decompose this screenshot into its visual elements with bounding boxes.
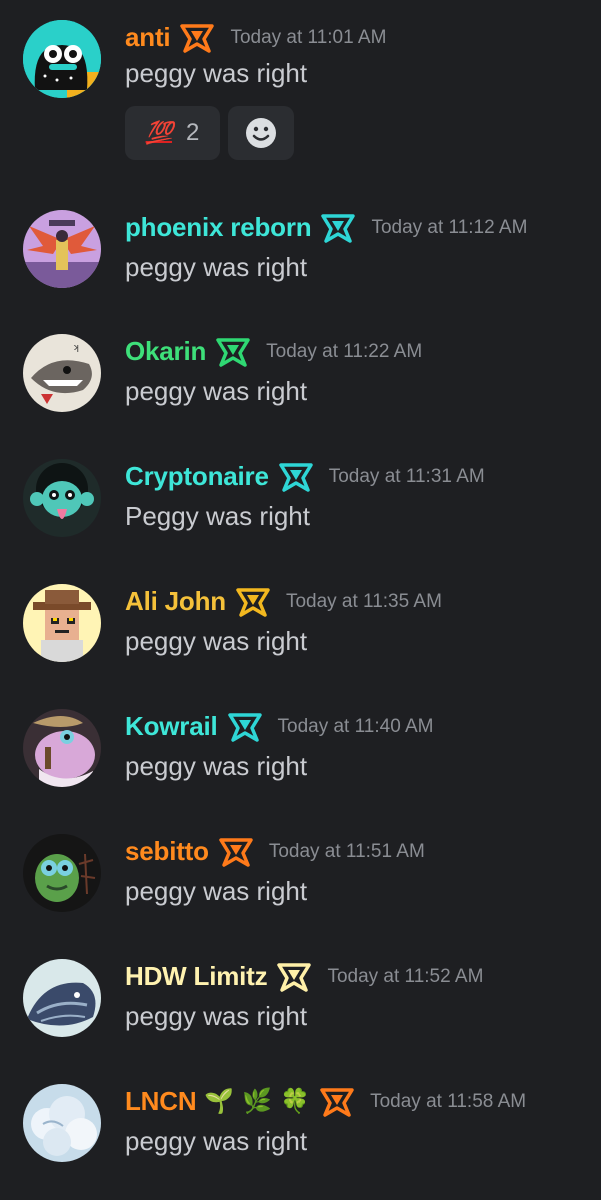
username[interactable]: Cryptonaire [125,461,269,492]
timestamp: Today at 11:52 AM [327,965,484,987]
message: anti Today at 11:01 AM peggy was right [0,12,601,122]
message-text: peggy was right [125,58,308,88]
message: Kowrail Today at 11:40 AM peggy was righ… [0,701,601,811]
user-avatar[interactable] [23,459,101,537]
timestamp: Today at 11:12 AM [371,216,528,238]
user-avatar[interactable] [23,1084,101,1162]
add-reaction-smiley-icon [246,118,276,148]
message-text: Peggy was right [125,501,310,531]
message: sebitto Today at 11:51 AM peggy was righ… [0,826,601,936]
message-text: peggy was right [125,1001,308,1031]
username[interactable]: Ali John [125,586,226,617]
user-avatar[interactable] [23,20,101,98]
message-text: peggy was right [125,252,308,282]
seedling-icon: 🌱 [204,1087,235,1115]
username[interactable]: LNCN [125,1086,197,1117]
add-reaction-button[interactable] [228,106,294,160]
svg-text:ʞ: ʞ [73,343,79,353]
message-text: peggy was right [125,1126,308,1156]
role-badge-icon [278,462,313,492]
user-avatar[interactable] [23,709,101,787]
reaction-count: 2 [186,119,200,146]
role-badge-icon [227,712,262,742]
timestamp: Today at 11:58 AM [370,1090,527,1112]
message-text: peggy was right [125,626,308,656]
username[interactable]: HDW Limitz [125,961,268,992]
message: Cryptonaire Today at 11:31 AM Peggy was … [0,451,601,561]
message: HDW Limitz Today at 11:52 AM peggy was r… [0,951,601,1061]
reaction-hundred[interactable]: 💯 2 [125,106,220,160]
hundred-points-icon: 💯 [145,120,173,145]
four-leaf-clover-icon: 🍀 [280,1087,311,1115]
message-text: peggy was right [125,751,308,781]
user-avatar[interactable] [23,959,101,1037]
user-avatar[interactable] [23,210,101,288]
username[interactable]: sebitto [125,836,209,867]
role-badge-icon [321,213,356,243]
message-text: peggy was right [125,376,308,406]
role-badge-icon [236,587,270,617]
timestamp: Today at 11:35 AM [285,590,442,612]
herb-icon: 🌿 [242,1087,273,1115]
username[interactable]: anti [125,22,171,53]
message: ʞ Okarin Today at 11:22 AM peggy was rig… [0,326,601,436]
timestamp: Today at 11:22 AM [266,340,423,362]
role-badge-icon [277,962,312,992]
timestamp: Today at 11:40 AM [277,715,434,737]
role-badge-icon [216,337,250,367]
username[interactable]: Kowrail [125,711,218,742]
timestamp: Today at 11:51 AM [268,840,425,862]
timestamp: Today at 11:31 AM [328,465,485,487]
reaction-bar: 💯 2 [125,106,294,160]
username[interactable]: Okarin [125,336,206,367]
message: LNCN 🌱 🌿 🍀 Today at 11:58 AM peggy was r… [0,1076,601,1186]
message: phoenix reborn Today at 11:12 AM peggy w… [0,202,601,312]
username[interactable]: phoenix reborn [125,212,312,243]
user-avatar[interactable]: ʞ [23,334,101,412]
role-badge-icon [320,1087,354,1117]
user-avatar[interactable] [23,834,101,912]
message: Ali John Today at 11:35 AM peggy was rig… [0,576,601,686]
role-badge-icon [219,837,253,867]
user-avatar[interactable] [23,584,101,662]
role-badge-icon [180,23,215,53]
timestamp: Today at 11:01 AM [230,26,387,48]
message-text: peggy was right [125,876,308,906]
